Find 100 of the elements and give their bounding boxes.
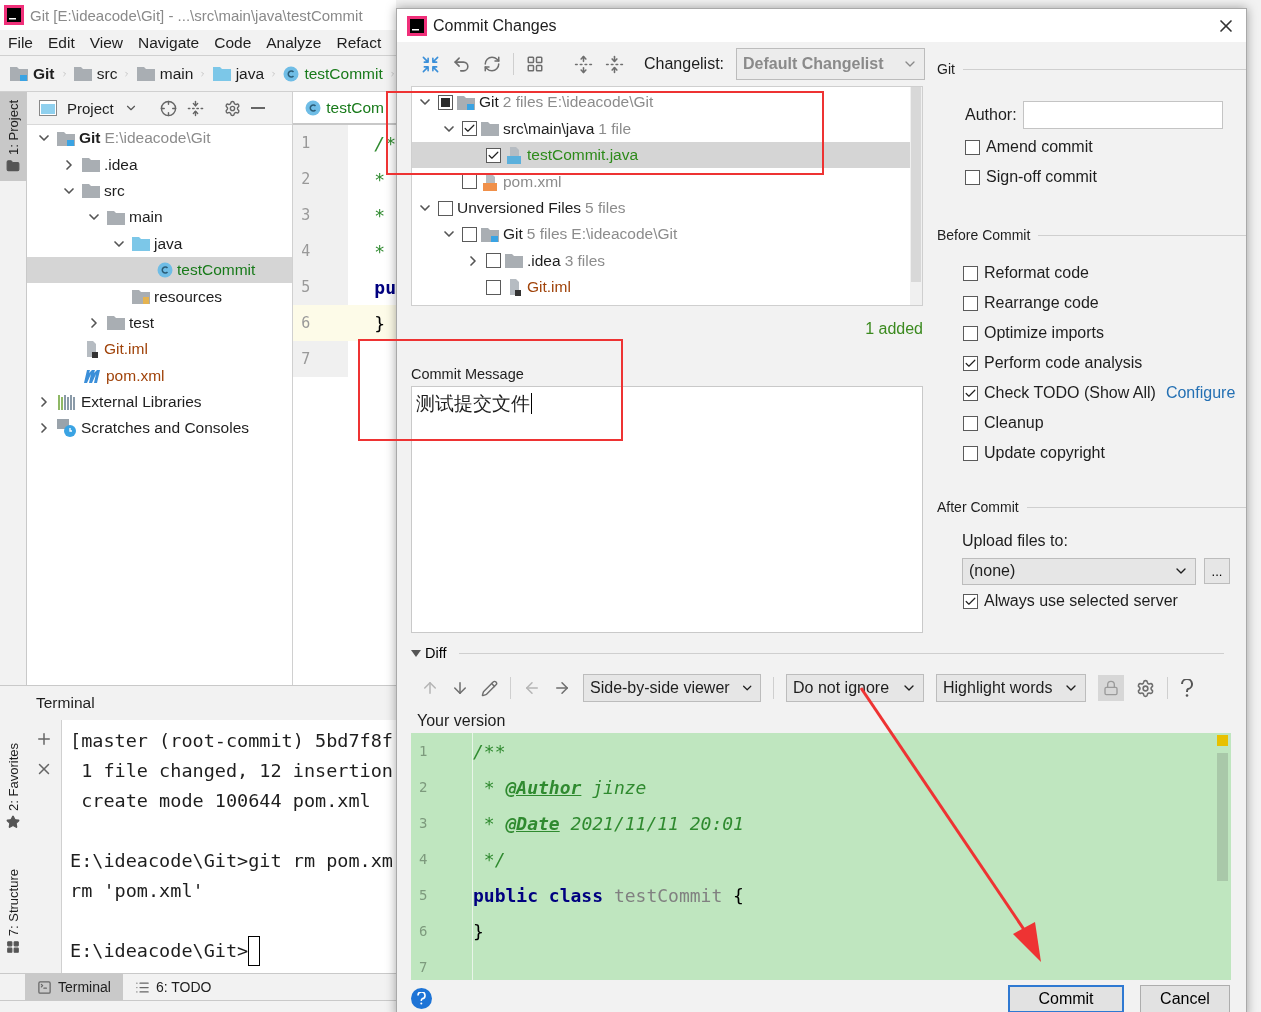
tree-item[interactable]: External Libraries xyxy=(27,388,293,416)
menu-item[interactable]: View xyxy=(89,33,124,52)
checkbox[interactable] xyxy=(438,200,453,216)
checkbox[interactable] xyxy=(963,355,978,371)
browse-button[interactable]: ... xyxy=(1204,558,1230,585)
change-item[interactable]: Unversioned Files 5 files xyxy=(412,194,922,222)
change-item[interactable]: pom.xml xyxy=(412,168,922,195)
checkbox[interactable] xyxy=(486,147,501,163)
checkbox[interactable] xyxy=(963,385,978,401)
question-mark-icon xyxy=(417,992,426,1006)
breadcrumb[interactable]: Git xyxy=(10,64,55,83)
scrollbar[interactable] xyxy=(1217,753,1228,882)
settings-icon[interactable] xyxy=(1136,678,1155,698)
scrollbar[interactable] xyxy=(911,87,921,283)
checkbox[interactable] xyxy=(965,169,980,185)
checkbox[interactable] xyxy=(462,121,477,137)
checkbox[interactable] xyxy=(963,295,978,311)
code-line: */ xyxy=(482,848,506,870)
add-icon[interactable] xyxy=(35,730,53,748)
diff-toggle[interactable]: Diff xyxy=(411,645,447,662)
panel-icon xyxy=(39,100,57,116)
tree-item[interactable]: Git E:\ideacode\Git xyxy=(27,125,293,152)
bottom-tab[interactable]: 6: TODO xyxy=(122,974,224,1000)
checkbox[interactable] xyxy=(963,265,978,281)
checkbox-option[interactable]: Amend commit xyxy=(937,132,1246,163)
tree-item[interactable]: java xyxy=(27,230,293,257)
checkbox[interactable] xyxy=(486,253,501,269)
project-folder-icon xyxy=(57,130,75,146)
cancel-button[interactable]: Cancel xyxy=(1140,984,1230,1012)
tree-item[interactable]: resources xyxy=(27,283,293,310)
undo-icon[interactable] xyxy=(452,54,471,74)
checkbox-option[interactable]: Perform code analysis xyxy=(937,348,1246,379)
checkbox[interactable] xyxy=(963,415,978,431)
change-item[interactable]: .idea 3 files xyxy=(412,247,922,274)
checkbox-option[interactable]: Always use selected server xyxy=(937,586,1246,617)
checkbox[interactable] xyxy=(963,325,978,341)
viewer-select[interactable]: Side-by-side viewer xyxy=(583,674,761,703)
terminal-line: 1 file changed, 12 insertion xyxy=(80,759,394,783)
refresh-icon[interactable] xyxy=(483,55,501,74)
change-item[interactable]: Git 2 files E:\ideacode\Git xyxy=(412,89,922,116)
tree-item[interactable]: .idea xyxy=(27,151,293,178)
tree-item[interactable]: main xyxy=(27,204,293,231)
shrink-icon[interactable] xyxy=(421,54,440,74)
change-item[interactable]: Git.iml xyxy=(412,274,922,301)
tool-window-tab[interactable]: 7: Structure xyxy=(0,860,26,963)
tree-item[interactable]: Git.iml xyxy=(27,336,293,363)
change-item[interactable]: Git 5 files E:\ideacode\Git xyxy=(412,221,922,248)
help-button[interactable] xyxy=(411,988,432,1010)
panel-title[interactable]: Project xyxy=(67,99,114,117)
terminal-line: E:\ideacode\Git>git rm pom.xm xyxy=(70,849,394,873)
checkbox[interactable] xyxy=(963,593,978,609)
bottom-tab[interactable]: Terminal xyxy=(25,974,123,1000)
checkbox-option[interactable]: Sign-off commit xyxy=(937,162,1246,193)
checkbox-option[interactable]: Update copyright xyxy=(937,438,1246,469)
collapse-all-icon[interactable] xyxy=(605,54,624,74)
tree-item[interactable]: testCommit xyxy=(27,256,293,284)
folder-icon xyxy=(505,253,523,269)
ignore-select[interactable]: Do not ignore xyxy=(786,674,924,703)
breadcrumb[interactable]: testCommit xyxy=(283,64,383,83)
breadcrumb[interactable]: java xyxy=(212,64,265,83)
author-field[interactable] xyxy=(1022,101,1223,130)
group-icon[interactable] xyxy=(526,55,544,74)
tool-window-tab[interactable]: 1: Project xyxy=(0,92,26,181)
settings-icon xyxy=(223,99,241,117)
class-icon xyxy=(283,65,300,82)
checkbox-option[interactable]: Cleanup xyxy=(937,408,1246,439)
menu-item[interactable]: Code xyxy=(214,33,252,52)
highlight-select[interactable]: Highlight words xyxy=(936,674,1086,703)
checkbox-option[interactable]: Optimize imports xyxy=(937,318,1246,349)
change-item[interactable]: src\main\java 1 file xyxy=(412,115,922,143)
tree-item[interactable]: src xyxy=(27,177,293,205)
terminal-icon xyxy=(37,979,52,995)
section-label: Git xyxy=(937,61,955,78)
edit-icon[interactable] xyxy=(481,679,498,697)
checkbox-option[interactable]: Check TODO (Show All) Configure xyxy=(937,378,1246,409)
checkbox-option[interactable]: Rearrange code xyxy=(937,288,1246,319)
checkbox[interactable] xyxy=(965,139,980,155)
breadcrumb[interactable]: main xyxy=(136,64,194,83)
tree-item[interactable]: test xyxy=(27,309,293,337)
menu-item[interactable]: Refact xyxy=(336,33,382,52)
checkbox[interactable] xyxy=(486,279,501,295)
checkbox[interactable] xyxy=(963,445,978,461)
menu-item[interactable]: Edit xyxy=(48,33,75,52)
tool-window-tab[interactable]: 2: Favorites xyxy=(0,735,26,837)
menu-item[interactable]: Analyze xyxy=(266,33,322,52)
checkbox-option[interactable]: Reformat code xyxy=(937,258,1246,289)
commit-message-field[interactable]: 测试提交文件 xyxy=(411,386,923,634)
checkbox[interactable] xyxy=(462,226,477,242)
expand-all-icon[interactable] xyxy=(574,54,593,74)
menu-item[interactable]: File xyxy=(8,33,33,52)
menu-item[interactable]: Navigate xyxy=(138,33,200,52)
tree-item[interactable]: Scratches and Consoles xyxy=(27,415,293,442)
help-icon[interactable] xyxy=(1180,679,1194,698)
commit-button[interactable]: Commit xyxy=(1008,984,1124,1012)
lock-icon xyxy=(1103,680,1119,697)
tree-item[interactable]: pom.xml xyxy=(27,362,293,389)
breadcrumb[interactable]: src xyxy=(73,64,118,83)
checkbox[interactable] xyxy=(438,94,453,110)
upload-select[interactable]: (none) xyxy=(962,557,1196,585)
configure-link[interactable]: Configure xyxy=(1165,384,1236,403)
